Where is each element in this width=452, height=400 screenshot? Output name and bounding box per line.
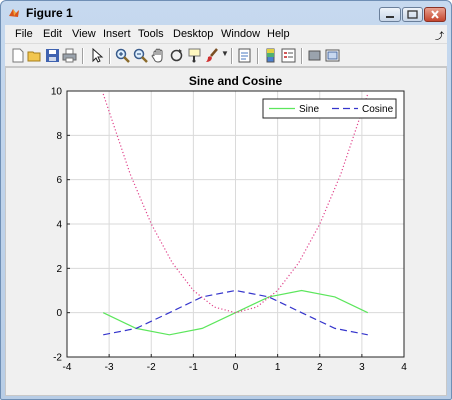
minimize-icon (386, 16, 394, 18)
toolbar-separator (301, 48, 303, 64)
data-cursor-icon[interactable] (186, 47, 203, 64)
close-icon (431, 10, 439, 19)
y-tick-label: -2 (53, 353, 62, 364)
dock-arrow-icon[interactable]: ⤴ (435, 29, 444, 42)
minimize-button[interactable] (379, 7, 401, 22)
y-tick-label: 6 (56, 175, 62, 186)
edit-plot-icon[interactable] (88, 47, 105, 64)
y-tick-label: 4 (56, 220, 62, 231)
maximize-icon (407, 10, 418, 19)
legend-icon[interactable] (280, 47, 297, 64)
x-tick-label: -4 (63, 362, 72, 373)
close-button[interactable] (424, 7, 446, 22)
toolbar-separator (257, 48, 259, 64)
brush-icon[interactable] (204, 47, 221, 64)
menu-view[interactable]: View (72, 28, 96, 40)
colorbar-icon[interactable] (262, 47, 279, 64)
hide-plot-tools-icon[interactable] (306, 47, 323, 64)
toolbar-separator (109, 48, 111, 64)
new-figure-icon[interactable] (9, 47, 26, 64)
menu-tools[interactable]: Tools (138, 28, 164, 40)
x-tick-label: 1 (275, 362, 281, 373)
brush-dropdown-arrow-icon[interactable]: ▼ (221, 49, 229, 59)
open-file-icon[interactable] (26, 47, 43, 64)
menu-file[interactable]: File (15, 28, 33, 40)
figure-window: Figure 1 File Edit View Insert Tools Des… (0, 0, 452, 400)
menu-help[interactable]: Help (267, 28, 290, 40)
window-title: Figure 1 (26, 6, 73, 20)
x-tick-label: 3 (359, 362, 365, 373)
legend[interactable]: Sine Cosine (262, 98, 397, 119)
menu-insert[interactable]: Insert (103, 28, 131, 40)
toolbar-separator (231, 48, 233, 64)
menu-bar: File Edit View Insert Tools Desktop Wind… (5, 25, 447, 43)
toolbar: ▼ (5, 43, 447, 67)
x-tick-label: -2 (147, 362, 156, 373)
x-tick-label: 4 (401, 362, 407, 373)
menu-desktop[interactable]: Desktop (173, 28, 213, 40)
chart-title: Sine and Cosine (189, 74, 283, 88)
toolbar-separator (82, 48, 84, 64)
menu-window[interactable]: Window (221, 28, 260, 40)
zoom-in-icon[interactable] (114, 47, 131, 64)
pan-icon[interactable] (150, 47, 167, 64)
menu-edit[interactable]: Edit (43, 28, 62, 40)
sine-legend-label: Sine (299, 104, 319, 115)
y-tick-label: 0 (56, 308, 62, 319)
x-tick-label: 0 (233, 362, 239, 373)
y-tick-label: 10 (51, 87, 63, 98)
save-icon[interactable] (44, 47, 61, 64)
y-tick-label: 8 (56, 131, 62, 142)
x-tick-label: -3 (105, 362, 114, 373)
print-icon[interactable] (61, 47, 78, 64)
maximize-button[interactable] (402, 7, 423, 22)
show-plot-tools-icon[interactable] (324, 47, 341, 64)
x-tick-label: -1 (189, 362, 198, 373)
sine-cosine-plot: -4 -3 -2 -1 0 1 2 3 4 -2 0 2 4 6 8 10 Sine and Cosine S… (51, 74, 407, 373)
matlab-logo-icon (9, 9, 19, 17)
zoom-out-icon[interactable] (132, 47, 149, 64)
figure-area: -4 -3 -2 -1 0 1 2 3 4 -2 0 2 4 6 8 10 Sine and Cosine S… (5, 67, 447, 396)
link-plot-icon[interactable] (236, 47, 253, 64)
y-tick-label: 2 (56, 264, 62, 275)
cosine-legend-label: Cosine (362, 104, 394, 115)
rotate-3d-icon[interactable] (168, 47, 185, 64)
title-bar[interactable]: Figure 1 (1, 1, 451, 25)
x-tick-label: 2 (317, 362, 323, 373)
